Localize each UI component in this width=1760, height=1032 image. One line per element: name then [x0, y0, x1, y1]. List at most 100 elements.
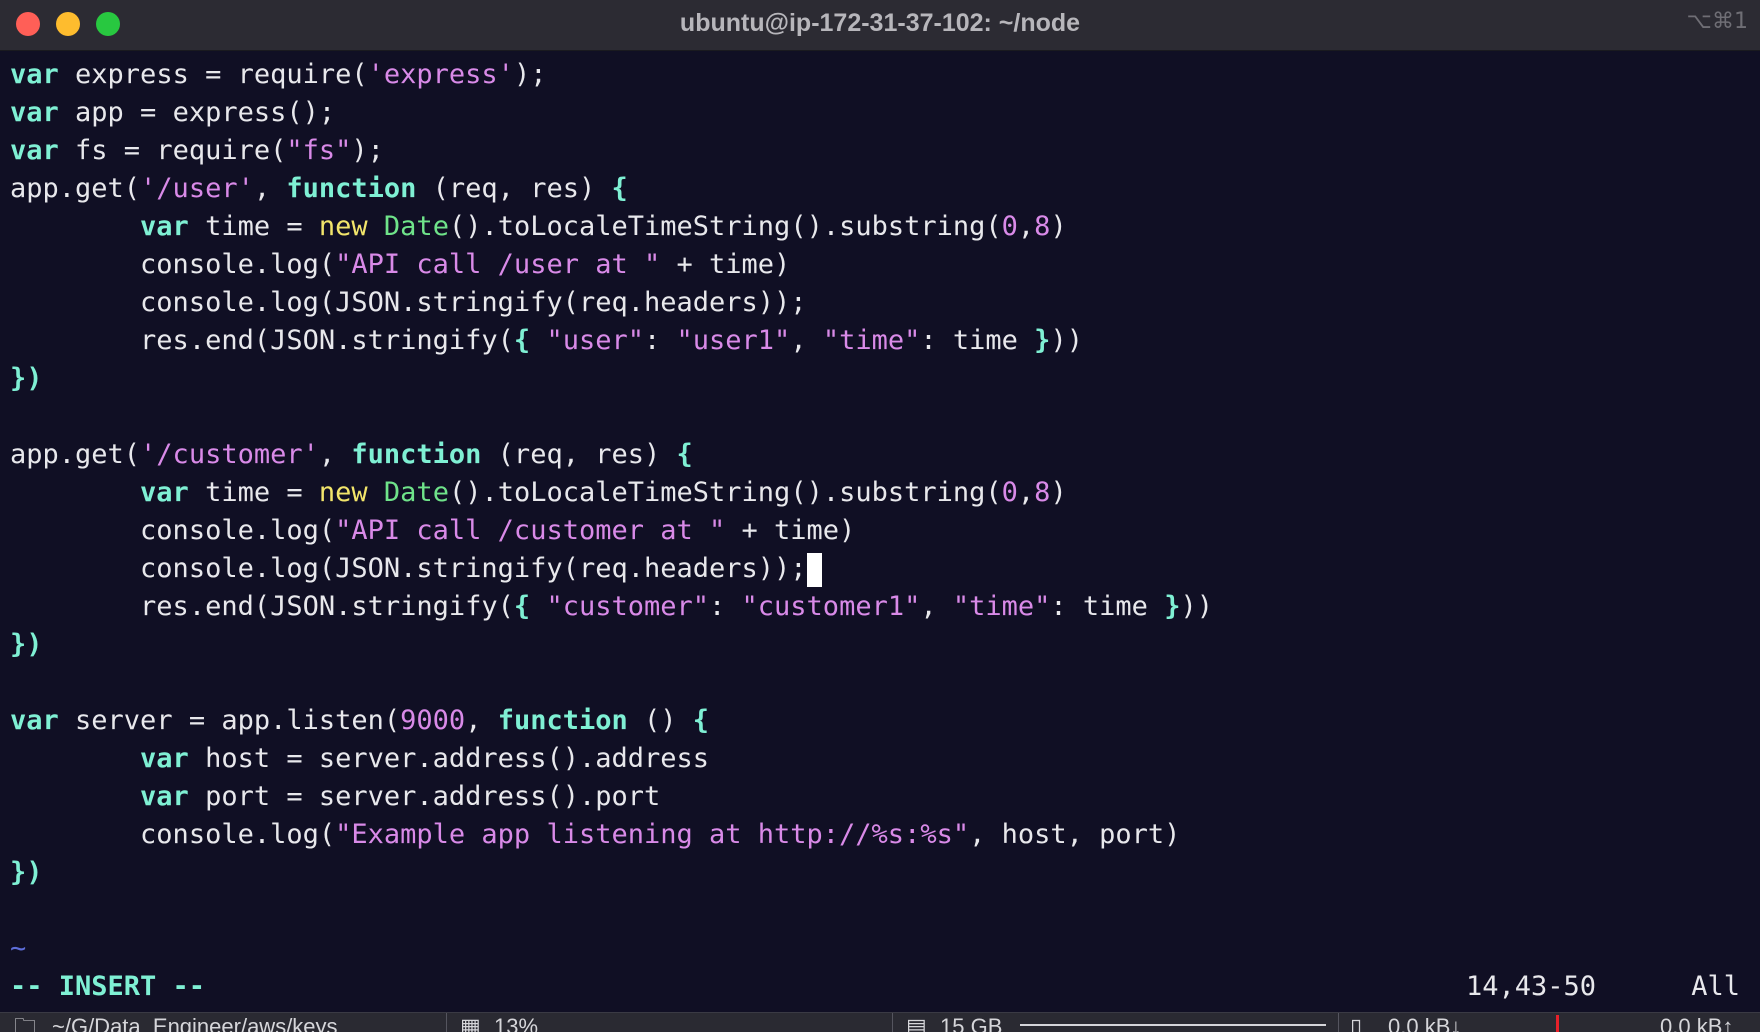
- code-line-3[interactable]: var fs = require("fs");: [10, 132, 1750, 170]
- string-literal: "customer": [546, 591, 710, 622]
- string-literal: "API call /customer at ": [335, 515, 726, 546]
- code-text: ,: [318, 439, 352, 470]
- string-literal: "Example app listening at http://%s:%s": [335, 819, 970, 850]
- brace: {: [692, 705, 710, 736]
- operator-keyword: new: [318, 477, 368, 508]
- string-literal: "time": [952, 591, 1051, 622]
- code-text: (req, res): [481, 439, 677, 470]
- code-text: fs = require(: [58, 135, 287, 166]
- cpu-icon: ▦: [460, 1014, 481, 1032]
- string-literal: "fs": [286, 135, 352, 166]
- network-upload: 0.0 kB↑: [1660, 1014, 1734, 1032]
- code-text: :: [709, 591, 742, 622]
- cpu-usage: 13%: [494, 1014, 539, 1032]
- code-text: , host, port): [969, 819, 1181, 850]
- code-line-14[interactable]: console.log(JSON.stringify(req.headers))…: [10, 550, 1750, 588]
- keyword: var: [140, 743, 189, 774]
- code-line-8[interactable]: res.end(JSON.stringify({ "user": "user1"…: [10, 322, 1750, 360]
- string-literal: "user": [546, 325, 644, 356]
- code-text: + time): [725, 515, 856, 546]
- network-graph-spike: [1556, 1015, 1559, 1032]
- code-line-20[interactable]: var port = server.address().port: [10, 778, 1750, 816]
- code-text: ): [1050, 211, 1067, 242]
- title-bar: ubuntu@ip-172-31-37-102: ~/node ⌥⌘1: [0, 0, 1760, 51]
- code-text: ,: [465, 705, 498, 736]
- constructor-name: Date: [383, 211, 449, 242]
- number-literal: 8: [1034, 211, 1051, 242]
- code-text: port = server.address().port: [188, 781, 661, 812]
- code-text: + time): [660, 249, 791, 280]
- code-text: res.end(JSON.stringify(: [140, 325, 514, 356]
- keyword: function: [497, 705, 628, 736]
- code-text: host = server.address().address: [188, 743, 709, 774]
- code-line-11[interactable]: app.get('/customer', function (req, res)…: [10, 436, 1750, 474]
- string-literal: "user1": [676, 325, 791, 356]
- brace: }: [1034, 325, 1051, 356]
- code-text: res.end(JSON.stringify(: [140, 591, 514, 622]
- code-line-17[interactable]: [10, 664, 1750, 702]
- code-line-19[interactable]: var host = server.address().address: [10, 740, 1750, 778]
- network-icon: ▯: [1350, 1014, 1363, 1032]
- network-download: 0.0 kB↓: [1388, 1014, 1462, 1032]
- brace: }: [1164, 591, 1181, 622]
- code-text: ,: [1017, 211, 1035, 242]
- code-text: ,: [790, 325, 823, 356]
- window-title: ubuntu@ip-172-31-37-102: ~/node: [679, 9, 1081, 37]
- code-line-18[interactable]: var server = app.listen(9000, function (…: [10, 702, 1750, 740]
- code-line-22[interactable]: }): [10, 854, 1750, 892]
- keyword: var: [10, 97, 59, 128]
- code-text: app.get(: [10, 173, 141, 204]
- code-text: time =: [188, 211, 319, 242]
- divider: [1338, 1013, 1339, 1032]
- vim-editor-buffer[interactable]: var express = require('express'); var ap…: [10, 56, 1750, 968]
- code-text: ): [1050, 477, 1067, 508]
- code-text: console.log(JSON.stringify(req.headers))…: [140, 553, 807, 584]
- code-text: console.log(: [140, 249, 336, 280]
- mode-indicator: -- INSERT --: [10, 971, 206, 1002]
- code-line-10[interactable]: [10, 398, 1750, 436]
- code-line-16[interactable]: }): [10, 626, 1750, 664]
- brace: }): [10, 629, 43, 660]
- string-literal: '/user': [140, 173, 254, 204]
- code-line-1[interactable]: var express = require('express');: [10, 56, 1750, 94]
- string-literal: '/customer': [140, 439, 319, 470]
- memory-meter: [1020, 1024, 1326, 1026]
- number-literal: 9000: [400, 705, 466, 736]
- code-text: );: [513, 59, 547, 90]
- number-literal: 0: [1001, 211, 1018, 242]
- code-line-4[interactable]: app.get('/user', function (req, res) {: [10, 170, 1750, 208]
- code-text: );: [351, 135, 384, 166]
- code-line-7[interactable]: console.log(JSON.stringify(req.headers))…: [10, 284, 1750, 322]
- string-literal: "API call /user at ": [335, 249, 661, 280]
- keyword: var: [140, 781, 189, 812]
- cursor-position: 14,43-50: [1466, 971, 1597, 1002]
- folder-icon: 🗀: [14, 1014, 37, 1032]
- code-line-9[interactable]: }): [10, 360, 1750, 398]
- code-text: : time: [1050, 591, 1165, 622]
- keyword: function: [351, 439, 482, 470]
- code-line-12[interactable]: var time = new Date().toLocaleTimeString…: [10, 474, 1750, 512]
- keyword: var: [140, 211, 189, 242]
- tilde-marker: ~: [10, 933, 27, 964]
- code-line-6[interactable]: console.log("API call /user at " + time): [10, 246, 1750, 284]
- system-status-bar: 🗀 ~/G/Data_Engineer/aws/keys ▦ 13% ▤ 15 …: [0, 1012, 1760, 1032]
- current-path[interactable]: ~/G/Data_Engineer/aws/keys: [52, 1015, 338, 1032]
- code-line-2[interactable]: var app = express();: [10, 94, 1750, 132]
- string-literal: "time": [822, 325, 921, 356]
- code-text: : time: [920, 325, 1035, 356]
- number-literal: 0: [1001, 477, 1018, 508]
- code-line-13[interactable]: console.log("API call /customer at " + t…: [10, 512, 1750, 550]
- constructor-name: Date: [383, 477, 449, 508]
- vim-status-line: -- INSERT -- 14,43-50 All: [10, 968, 1740, 1006]
- string-literal: "customer1": [741, 591, 921, 622]
- code-line-5[interactable]: var time = new Date().toLocaleTimeString…: [10, 208, 1750, 246]
- code-line-21[interactable]: console.log("Example app listening at ht…: [10, 816, 1750, 854]
- code-line-15[interactable]: res.end(JSON.stringify({ "customer": "cu…: [10, 588, 1750, 626]
- code-line-23[interactable]: [10, 892, 1750, 930]
